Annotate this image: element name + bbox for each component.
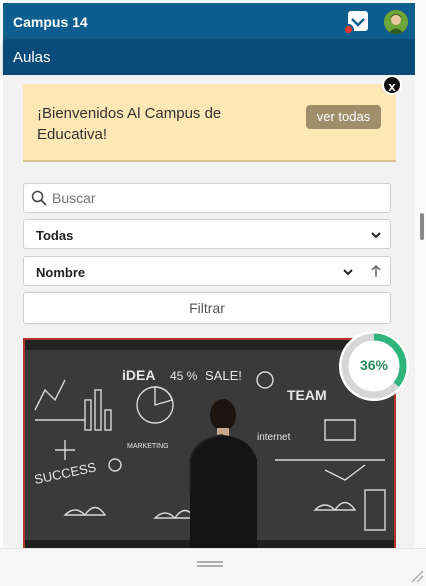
image-word: 45 % bbox=[170, 369, 198, 383]
user-avatar-icon[interactable] bbox=[384, 10, 408, 34]
section-bar: Aulas bbox=[3, 39, 415, 75]
category-select[interactable]: Todas bbox=[23, 219, 391, 249]
category-select-value: Todas bbox=[36, 228, 74, 243]
notification-dot bbox=[343, 24, 354, 35]
resize-grip-icon[interactable] bbox=[410, 569, 424, 583]
banner-message: ¡Bienvenidos Al Campus de Educativa! bbox=[37, 105, 222, 143]
scrollbar-thumb[interactable] bbox=[420, 213, 424, 240]
chevron-down-icon bbox=[371, 232, 381, 239]
drag-handle-icon[interactable] bbox=[197, 561, 223, 567]
sort-select-value: Nombre bbox=[36, 265, 86, 280]
progress-percent: 36% bbox=[359, 357, 389, 373]
notifications-button[interactable] bbox=[343, 9, 369, 35]
bottom-bar bbox=[0, 548, 426, 586]
sort-ascending-icon[interactable] bbox=[369, 263, 383, 279]
scroll-track bbox=[415, 0, 426, 548]
chevron-down-icon bbox=[343, 269, 353, 276]
image-word: iDEA bbox=[122, 367, 155, 383]
image-word: TEAM bbox=[287, 387, 327, 403]
close-banner-button[interactable]: x bbox=[382, 75, 402, 95]
image-word: internet bbox=[257, 432, 291, 443]
course-progress: 36% bbox=[339, 331, 409, 401]
search-input[interactable] bbox=[52, 189, 372, 207]
sort-select[interactable]: Nombre bbox=[23, 256, 391, 286]
search-icon bbox=[31, 190, 47, 206]
view-all-button[interactable]: ver todas bbox=[306, 105, 381, 129]
welcome-banner: ¡Bienvenidos Al Campus de Educativa! ver… bbox=[23, 84, 396, 162]
app-title: Campus 14 bbox=[13, 14, 88, 30]
section-title: Aulas bbox=[13, 49, 51, 66]
filter-button[interactable]: Filtrar bbox=[23, 292, 391, 324]
search-box[interactable] bbox=[23, 183, 391, 213]
image-word: MARKETING bbox=[127, 443, 169, 450]
app-header: Campus 14 bbox=[3, 3, 415, 39]
image-word: SALE! bbox=[205, 368, 242, 383]
